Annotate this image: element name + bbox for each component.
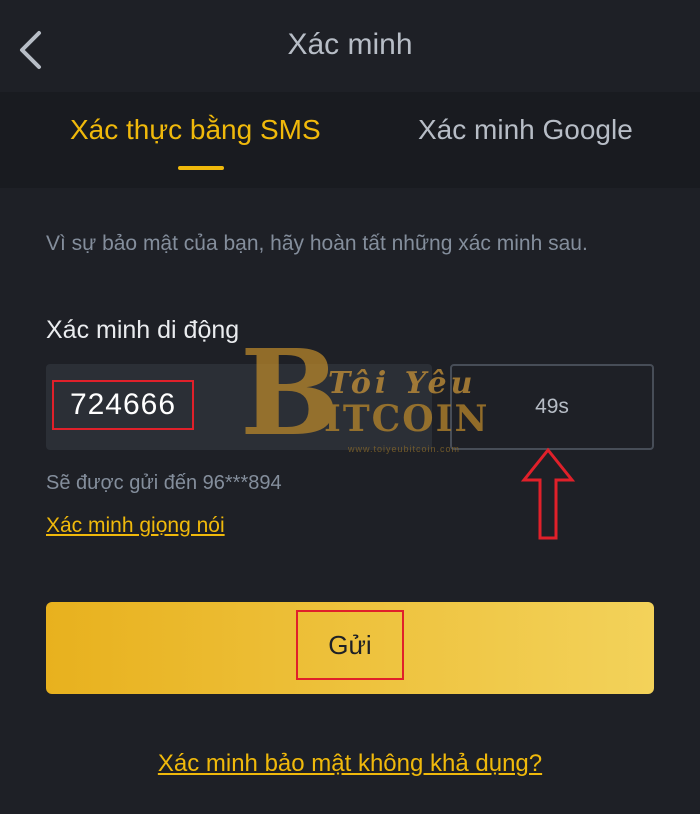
voice-verification-link[interactable]: Xác minh giọng nói [46,514,225,538]
verification-form: Vì sự bảo mật của bạn, hãy hoàn tất nhữn… [0,188,700,814]
active-tab-indicator [178,166,224,170]
tab-bar: Xác thực bằng SMS Xác minh Google [0,92,700,188]
up-arrow-annotation-icon [520,447,576,540]
sent-to-text: Sẽ được gửi đến 96***894 [46,472,282,494]
top-bar: Xác minh [0,0,700,92]
tab-google-verification[interactable]: Xác minh Google [418,114,633,146]
mobile-verification-label: Xác minh di động [46,316,240,344]
submit-label: Gửi [296,610,404,680]
resend-timer[interactable]: 49s [450,364,654,450]
tab-sms-verification[interactable]: Xác thực bằng SMS [70,114,321,146]
submit-button[interactable]: Gửi [46,602,654,694]
timer-label: 49s [535,395,569,418]
security-unavailable-link[interactable]: Xác minh bảo mật không khả dụng? [0,750,700,778]
sms-code-input[interactable]: 724666 [46,364,432,450]
security-hint: Vì sự bảo mật của bạn, hãy hoàn tất nhữn… [46,232,588,255]
page-title: Xác minh [287,28,413,61]
sms-code-value: 724666 [52,380,194,430]
